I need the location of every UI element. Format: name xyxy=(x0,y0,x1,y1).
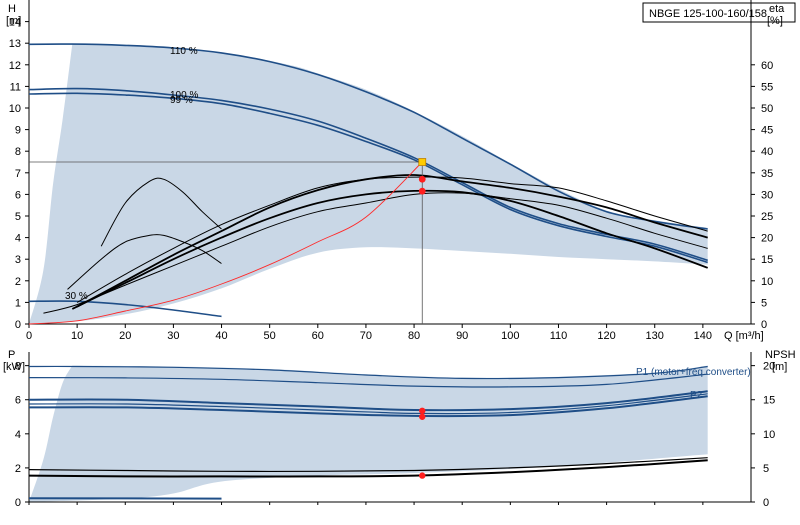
speed-label-3: 30 % xyxy=(65,291,88,302)
power-tick-label-6: 6 xyxy=(15,395,21,407)
eta-tick-label-30: 30 xyxy=(761,189,773,201)
eta-tick-label-25: 25 xyxy=(761,211,773,223)
flow-axis-label: Q [m³/h] xyxy=(724,330,764,342)
head-tick-label-3: 3 xyxy=(15,254,21,266)
power-envelope xyxy=(29,366,708,502)
eta-axis-unit: [%] xyxy=(767,15,783,27)
npsh-tick-label-0: 0 xyxy=(763,497,769,509)
power-tick-label-0: 0 xyxy=(15,497,21,509)
flow-tick-label-120: 120 xyxy=(597,330,615,342)
head-tick-label-5: 5 xyxy=(15,211,21,223)
flow-tick-label-40: 40 xyxy=(215,330,227,342)
head-tick-label-8: 8 xyxy=(15,146,21,158)
head-tick-label-11: 11 xyxy=(10,81,21,93)
top-operating-point-1 xyxy=(419,188,426,195)
operating-envelope xyxy=(29,44,708,324)
flow-tick-label-80: 80 xyxy=(408,330,420,342)
flow-tick-label-30: 30 xyxy=(167,330,179,342)
head-tick-label-10: 10 xyxy=(9,103,21,115)
power-tick-label-4: 4 xyxy=(15,429,21,441)
bottom-operating-point-0 xyxy=(419,408,425,414)
flow-tick-label-70: 70 xyxy=(360,330,372,342)
flow-tick-label-10: 10 xyxy=(71,330,83,342)
eta-tick-label-10: 10 xyxy=(761,276,773,288)
eta-tick-label-15: 15 xyxy=(761,254,773,266)
eta-tick-label-0: 0 xyxy=(761,319,767,331)
eta-tick-label-40: 40 xyxy=(761,146,773,158)
head-tick-label-1: 1 xyxy=(15,297,21,309)
power-tick-label-2: 2 xyxy=(15,463,21,475)
chart-marks: 0102030405060708090100110120130140012345… xyxy=(9,0,776,509)
eta-tick-label-5: 5 xyxy=(761,297,767,309)
flow-tick-label-100: 100 xyxy=(501,330,519,342)
flow-tick-label-140: 140 xyxy=(694,330,712,342)
head-tick-label-14: 14 xyxy=(9,17,21,29)
p1-label: P1 (motor+freq.converter) xyxy=(636,367,751,378)
eta-tick-label-60: 60 xyxy=(761,60,773,72)
flow-tick-label-110: 110 xyxy=(550,330,568,342)
head-tick-label-13: 13 xyxy=(9,38,21,50)
p2-label: P2 xyxy=(690,390,703,401)
bottom-operating-point-1 xyxy=(419,414,425,420)
power-tick-label-8: 8 xyxy=(15,361,21,373)
head-tick-label-12: 12 xyxy=(9,60,21,72)
flow-tick-label-130: 130 xyxy=(646,330,664,342)
chart-title: NBGE 125-100-160/158 xyxy=(649,8,767,20)
eta-tick-label-35: 35 xyxy=(761,168,773,180)
head-tick-label-2: 2 xyxy=(15,276,21,288)
top-plot-area: 0102030405060708090100110120130140012345… xyxy=(9,0,774,342)
flow-tick-label-20: 20 xyxy=(119,330,131,342)
duty-point-marker xyxy=(419,159,426,166)
bottom-plot-area: 0 2 4 6 8 0 5 10 15 20 P1 (motor+freq.converter) P2 xyxy=(15,352,775,509)
power-axis-name: P xyxy=(8,349,15,361)
npsh-tick-label-10: 10 xyxy=(763,429,775,441)
flow-tick-label-0: 0 xyxy=(26,330,32,342)
bottom-operating-point-2 xyxy=(419,472,425,478)
eta-tick-label-20: 20 xyxy=(761,233,773,245)
flow-tick-label-50: 50 xyxy=(264,330,276,342)
top-operating-point-0 xyxy=(419,176,426,183)
head-tick-label-6: 6 xyxy=(15,189,21,201)
pump-performance-chart: NBGE 125-100-160/158 H [m] eta [%] Q [m³… xyxy=(0,0,800,520)
flow-tick-label-90: 90 xyxy=(456,330,468,342)
eta-tick-label-50: 50 xyxy=(761,103,773,115)
flow-tick-label-60: 60 xyxy=(312,330,324,342)
npsh-tick-label-20: 20 xyxy=(763,361,775,373)
head-tick-label-4: 4 xyxy=(15,233,21,245)
npsh-tick-label-5: 5 xyxy=(763,463,769,475)
head-tick-label-7: 7 xyxy=(15,168,21,180)
npsh-tick-label-15: 15 xyxy=(763,395,775,407)
pump-curve-svg: NBGE 125-100-160/158 H [m] eta [%] Q [m³… xyxy=(0,0,800,520)
head-tick-label-9: 9 xyxy=(15,125,21,137)
speed-label-0: 110 % xyxy=(170,46,198,57)
speed-label-2: 99 % xyxy=(170,95,193,106)
eta-tick-label-55: 55 xyxy=(761,81,773,93)
eta-axis-name: eta xyxy=(769,3,785,15)
eta-tick-label-45: 45 xyxy=(761,125,773,137)
head-axis-name: H xyxy=(8,3,16,15)
head-tick-label-0: 0 xyxy=(15,319,21,331)
npsh-axis-name: NPSH xyxy=(765,349,796,361)
